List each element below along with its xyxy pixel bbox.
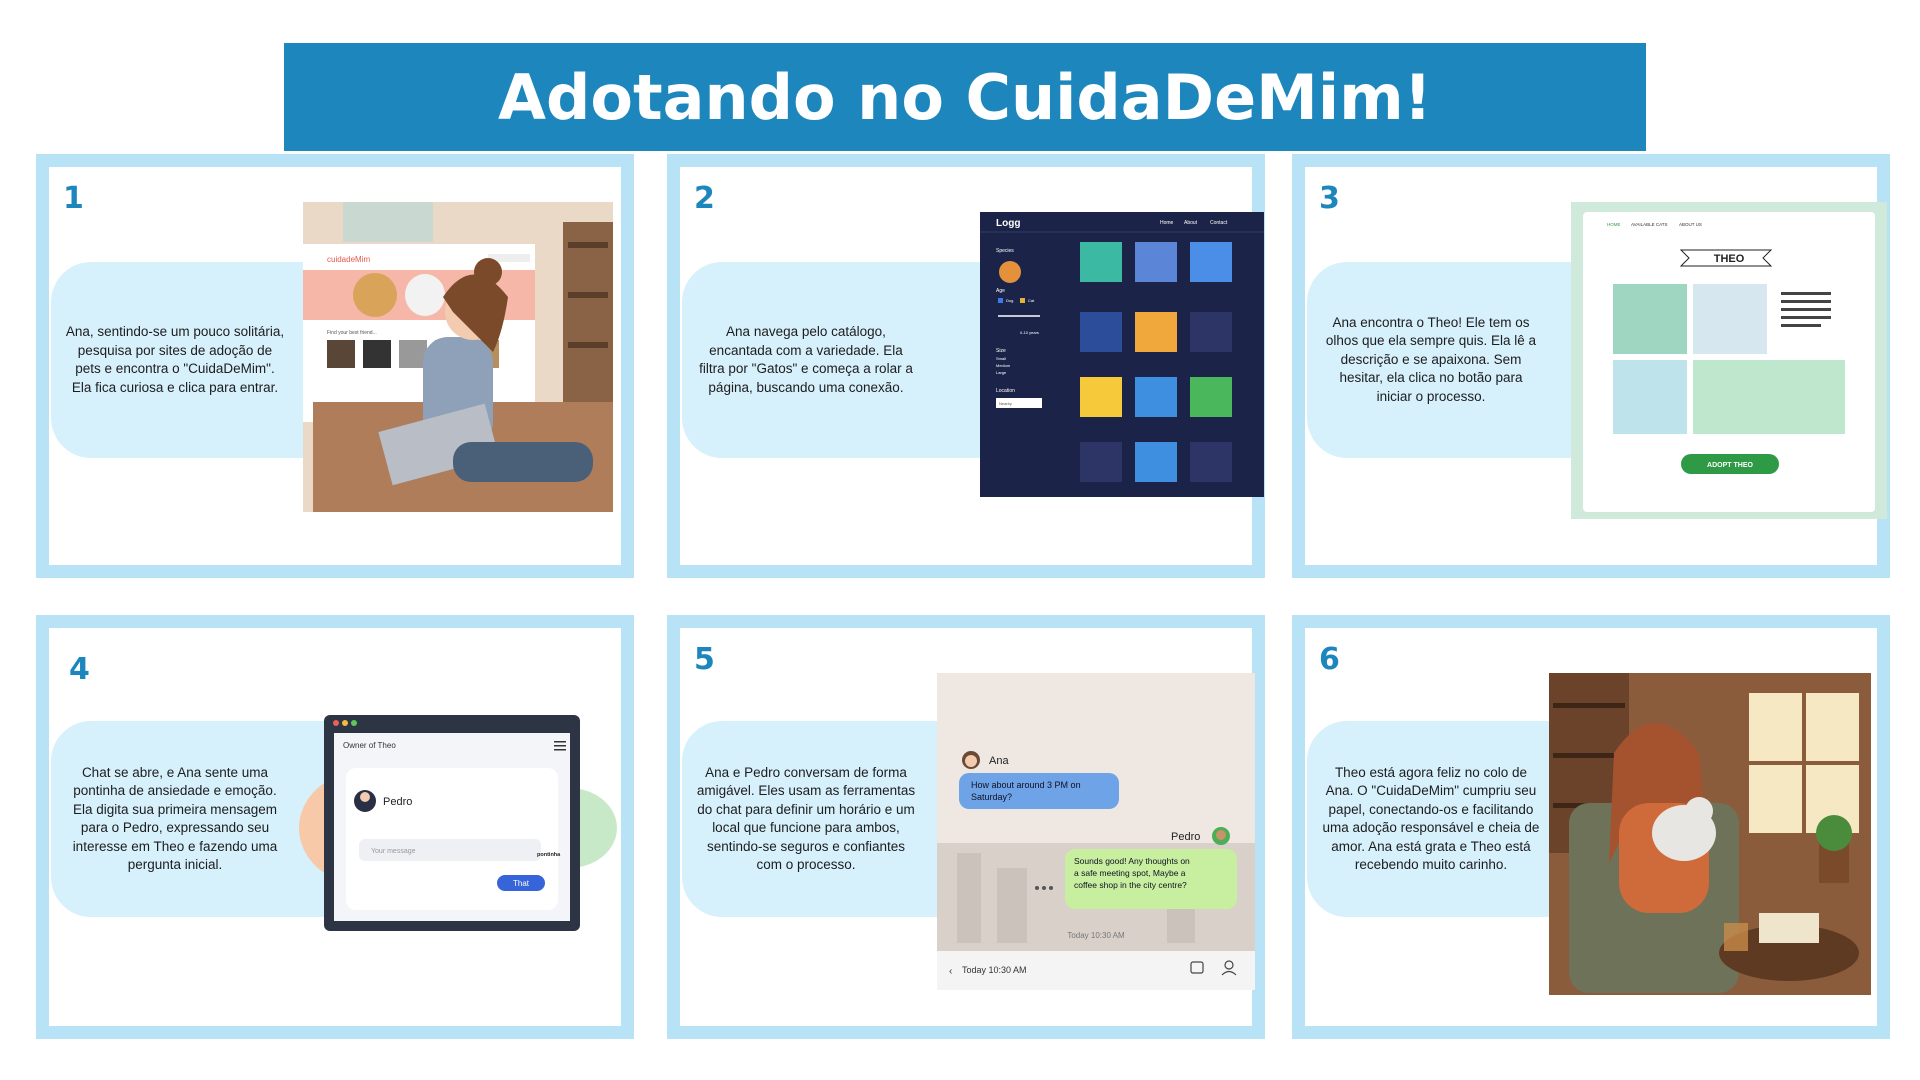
user-a-name: Ana <box>989 755 1009 767</box>
panel-number: 1 <box>63 181 84 216</box>
panel-number: 2 <box>694 181 715 216</box>
size-medium[interactable]: Medium <box>996 363 1011 368</box>
illustration-catalog: Logg Home About Contact Species Age Dog … <box>980 212 1264 497</box>
site-subtitle: Find your best friend... <box>327 330 377 336</box>
panel-number: 3 <box>1319 181 1340 216</box>
theo-name: THEO <box>1714 253 1745 265</box>
nav-home[interactable]: Home <box>1160 220 1174 226</box>
panel-caption: Theo está agora feliz no colo de Ana. O … <box>1322 764 1540 873</box>
nav-available-cats[interactable]: AVAILABLE CATS <box>1631 222 1668 227</box>
back-chevron-icon[interactable]: ‹ <box>949 966 952 977</box>
filter-size-label: Size <box>996 348 1006 354</box>
panel-caption: Chat se abre, e Ana sente uma pontinha d… <box>72 764 278 873</box>
msg-b-line3: coffee shop in the city centre? <box>1074 880 1187 890</box>
nav-about-us[interactable]: ABOUT US <box>1679 222 1702 227</box>
story-panel-4: 4 Chat se abre, e Ana sente uma pontinha… <box>36 615 634 1039</box>
panel-caption: Ana navega pelo catálogo, encantada com … <box>699 324 913 395</box>
message-bubble-ana <box>959 773 1119 809</box>
story-panel-6: 6 Theo está agora feliz no colo de Ana. … <box>1292 615 1890 1039</box>
story-panel-5: 5 Ana e Pedro conversam de forma amigáve… <box>667 615 1265 1039</box>
cat-checkbox[interactable] <box>1020 298 1025 303</box>
panel-number: 5 <box>694 642 715 677</box>
panel-number: 4 <box>69 652 90 687</box>
age-range: 0-10 years <box>1020 330 1039 335</box>
msg-b-line2: a safe meeting spot, Maybe a <box>1074 868 1186 878</box>
menu-icon[interactable] <box>554 741 566 743</box>
footer-time: Today 10:30 AM <box>962 965 1027 975</box>
panel-caption: Ana encontra o Theo! Ele tem os olhos qu… <box>1325 314 1537 404</box>
panel-caption: Ana, sentindo-se um pouco solitária, pes… <box>65 324 285 395</box>
user-b-name: Pedro <box>1171 831 1200 843</box>
site-logo: cuidadeMim <box>327 255 370 264</box>
illustration-theo-profile: HOME AVAILABLE CATS ABOUT US THEO ADOPT … <box>1571 202 1887 519</box>
size-small[interactable]: Small <box>996 356 1006 361</box>
illustration-chat-conversation: Ana How about around 3 PM on Saturday? P… <box>937 673 1255 990</box>
story-panel-3: 3 Ana encontra o Theo! Ele tem os olhos … <box>1292 154 1890 578</box>
illustration-woman-laptop: cuidadeMim Find your best friend... <box>303 202 613 512</box>
page-title: Adotando no CuidaDeMim! <box>284 43 1646 151</box>
timestamp: Today 10:30 AM <box>1067 931 1125 940</box>
story-panel-2: 2 Ana navega pelo catálogo, encantada co… <box>667 154 1265 578</box>
cat-label: Cat <box>1028 298 1035 303</box>
message-placeholder: Your message <box>371 848 416 855</box>
chat-header: Owner of Theo <box>343 741 396 750</box>
illustration-woman-with-cat <box>1549 673 1871 995</box>
panel-number: 6 <box>1319 642 1340 677</box>
msg-a-line1: How about around 3 PM on <box>971 780 1081 790</box>
send-button-label: That <box>513 879 530 888</box>
size-large[interactable]: Large <box>996 370 1007 375</box>
story-panel-1: 1 Ana, sentindo-se um pouco solitária, p… <box>36 154 634 578</box>
app-logo: Logg <box>996 218 1020 229</box>
nav-about[interactable]: About <box>1184 220 1198 226</box>
adopt-theo-label: ADOPT THEO <box>1707 462 1753 469</box>
msg-b-line1: Sounds good! Any thoughts on <box>1074 856 1190 866</box>
contact-name: Pedro <box>383 796 412 808</box>
filter-location-label: Location <box>996 388 1015 394</box>
filter-age-label: Age <box>996 288 1005 294</box>
illustration-chat-window: Owner of Theo Pedro Your message pontinh… <box>299 713 617 933</box>
filter-species-label: Species <box>996 248 1014 254</box>
dog-label: Dog <box>1006 298 1013 303</box>
side-label: pontinha <box>537 852 561 858</box>
dog-checkbox[interactable] <box>998 298 1003 303</box>
nav-home[interactable]: HOME <box>1607 222 1621 227</box>
location-value: Nearby <box>999 401 1012 406</box>
nav-contact[interactable]: Contact <box>1210 220 1228 226</box>
msg-a-line2: Saturday? <box>971 792 1012 802</box>
panel-caption: Ana e Pedro conversam de forma amigável.… <box>696 764 916 873</box>
